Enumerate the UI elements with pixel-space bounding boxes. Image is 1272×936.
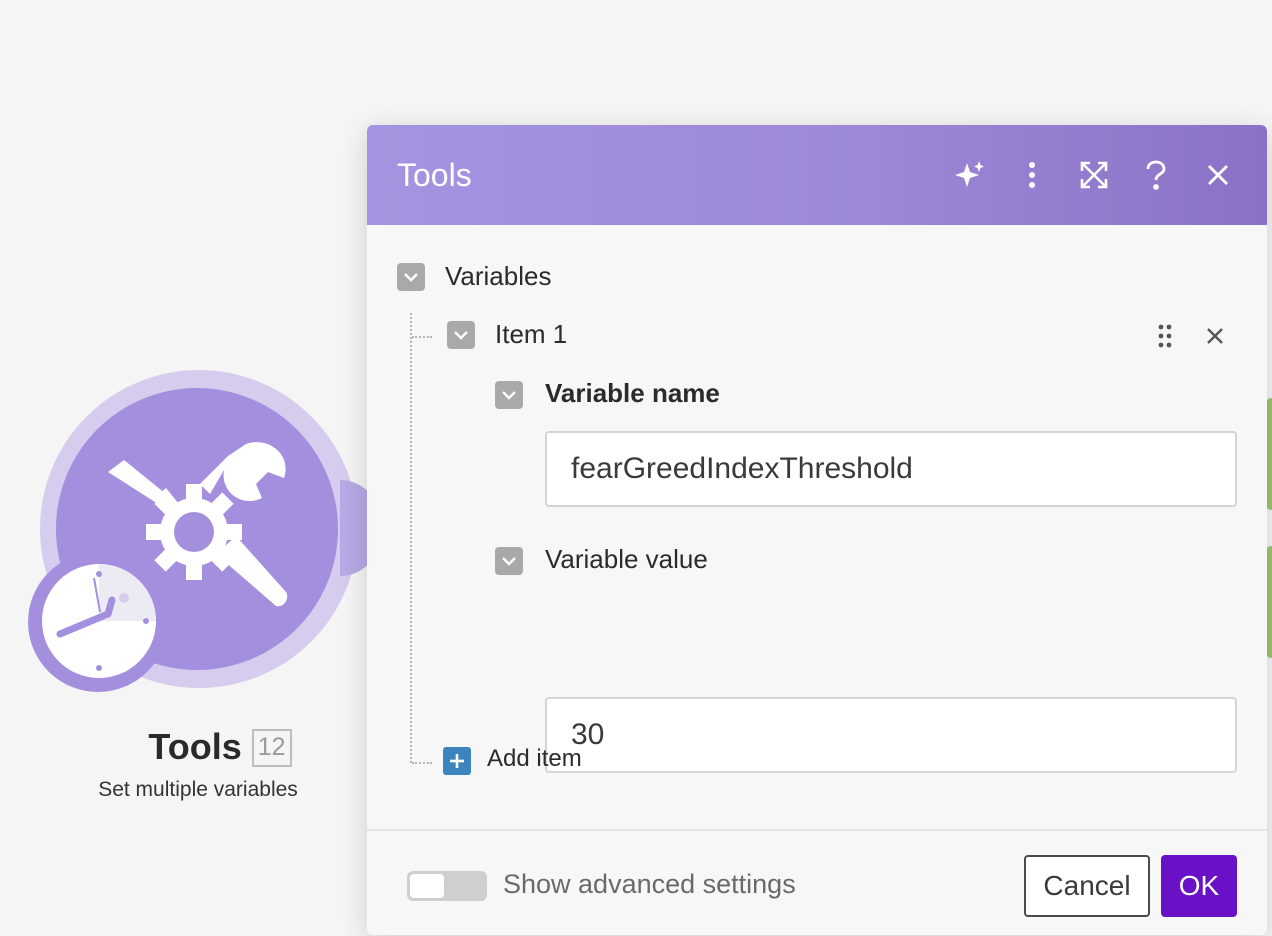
cancel-button[interactable]: Cancel — [1024, 855, 1150, 917]
add-item-button[interactable] — [443, 747, 471, 775]
variable-name-collapse-toggle[interactable] — [495, 381, 523, 409]
variables-label: Variables — [445, 261, 552, 291]
sparkles-icon[interactable] — [951, 156, 989, 194]
variable-name-label: Variable name — [545, 378, 720, 408]
drag-handle-icon[interactable] — [1153, 323, 1177, 349]
expand-icon[interactable] — [1075, 156, 1113, 194]
variable-value-label: Variable value — [545, 544, 708, 574]
close-icon[interactable] — [1199, 156, 1237, 194]
more-vertical-icon[interactable] — [1013, 156, 1051, 194]
module-subtitle: Set multiple variables — [98, 778, 298, 801]
module-title: Tools — [148, 726, 242, 767]
remove-item-icon[interactable] — [1203, 324, 1227, 348]
module-id-badge: 12 — [251, 729, 292, 767]
item-label: Item 1 — [495, 319, 568, 349]
variables-collapse-toggle[interactable] — [397, 263, 425, 291]
advanced-settings-toggle[interactable] — [407, 871, 487, 901]
variable-name-input[interactable] — [545, 431, 1237, 507]
ok-button[interactable]: OK — [1161, 855, 1237, 917]
dialog-header: Tools — [367, 125, 1267, 225]
variable-value-input[interactable] — [545, 697, 1237, 773]
variable-value-collapse-toggle[interactable] — [495, 547, 523, 575]
tree-line — [410, 313, 412, 763]
item-collapse-toggle[interactable] — [447, 321, 475, 349]
dialog-footer: Show advanced settings Cancel OK — [367, 829, 1267, 935]
add-item-label[interactable]: Add item — [487, 745, 582, 773]
module-settings-dialog: Tools Variables Item 1 Variable name fea… — [367, 125, 1267, 935]
help-icon[interactable] — [1137, 156, 1175, 194]
tree-line — [412, 336, 432, 338]
advanced-settings-label: Show advanced settings — [503, 869, 796, 899]
dialog-body: Variables Item 1 Variable name fearGreed… — [367, 225, 1267, 829]
module-title-row: Tools 12 — [0, 726, 400, 768]
clock-icon — [42, 564, 156, 678]
dialog-title: Tools — [397, 156, 472, 193]
tree-line — [412, 762, 432, 764]
toggle-knob — [410, 874, 444, 898]
